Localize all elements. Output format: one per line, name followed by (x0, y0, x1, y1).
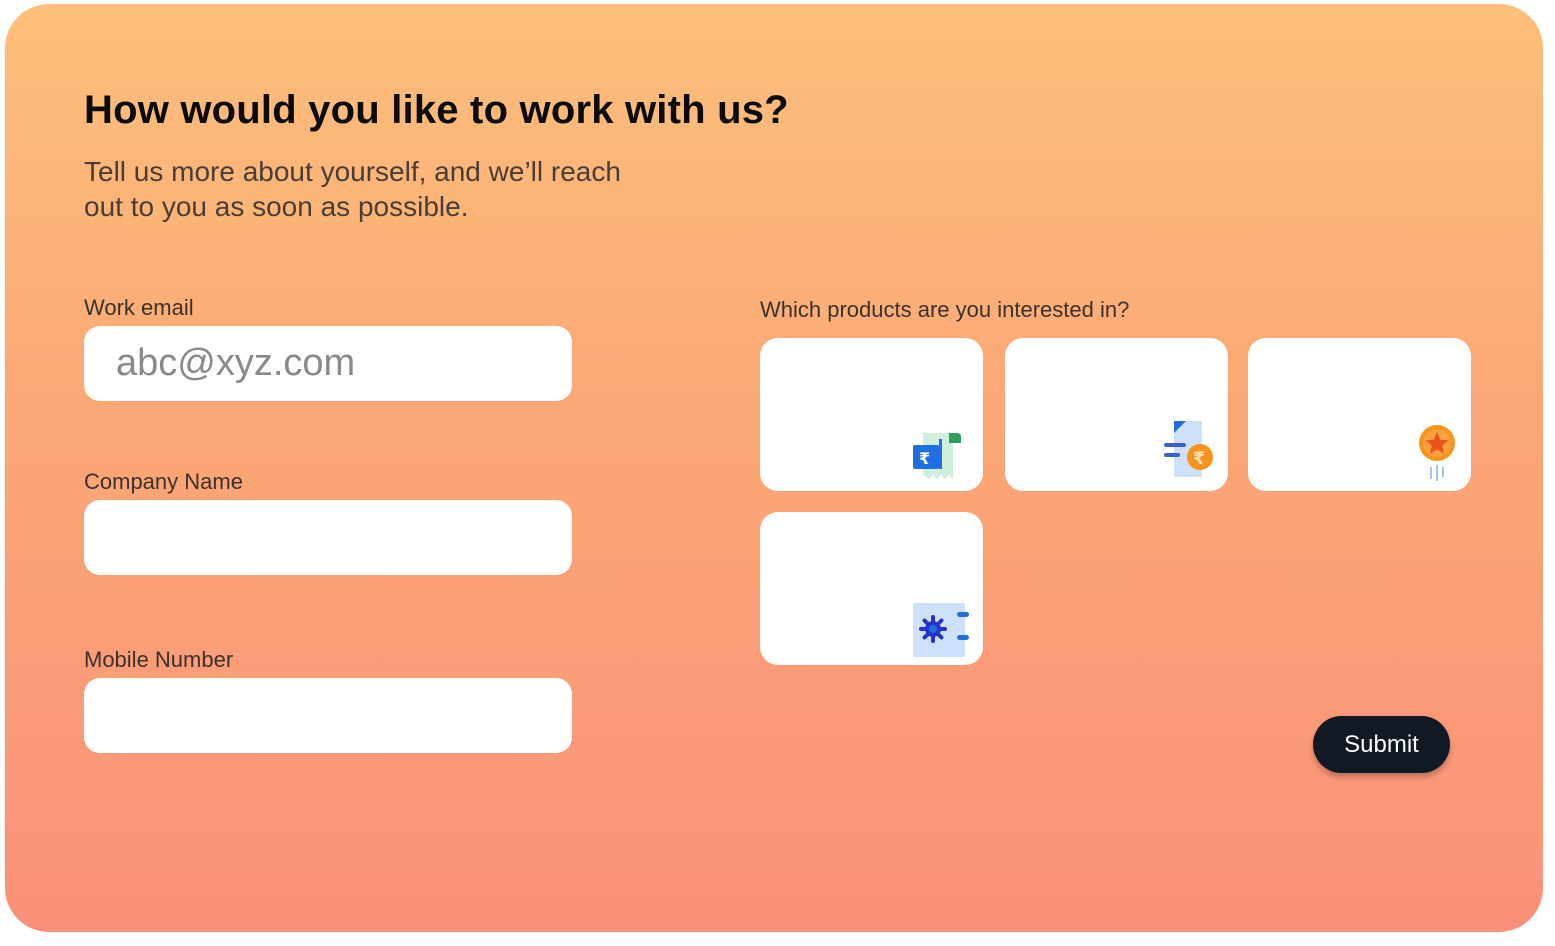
product-option-4[interactable] (760, 512, 983, 665)
product-option-2[interactable]: ₹ (1005, 338, 1228, 491)
mobile-number-input[interactable] (84, 678, 572, 753)
mobile-number-label: Mobile Number (84, 647, 234, 672)
settings-panel-icon (913, 603, 969, 657)
svg-text:₹: ₹ (919, 449, 930, 468)
company-name-label: Company Name (84, 469, 243, 494)
page-subtitle: Tell us more about yourself, and we’ll r… (84, 156, 621, 222)
products-question-label: Which products are you interested in? (760, 297, 1130, 322)
submit-button[interactable]: Submit (1313, 716, 1450, 773)
contact-form-card: How would you like to work with us? Tell… (5, 4, 1543, 932)
product-option-3[interactable] (1248, 338, 1471, 491)
work-email-label: Work email (84, 295, 194, 320)
star-medal-icon (1419, 425, 1455, 481)
company-name-input[interactable] (84, 500, 572, 575)
page-title: How would you like to work with us? (84, 88, 789, 132)
rupee-receipt-icon: ₹ (913, 433, 961, 479)
work-email-input[interactable] (84, 326, 572, 401)
svg-text:₹: ₹ (1193, 449, 1205, 469)
rupee-document-icon: ₹ (1164, 421, 1213, 477)
product-option-1[interactable]: ₹ (760, 338, 983, 491)
